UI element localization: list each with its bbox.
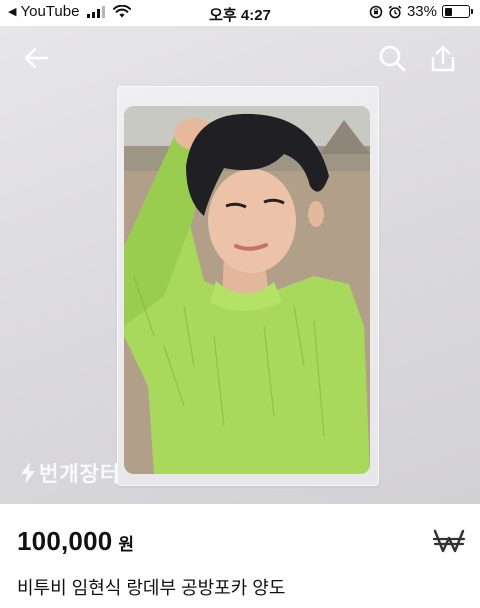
product-title: 비투비 임현식 랑데부 공방포카 양도 — [17, 578, 286, 598]
price-currency: 원 — [118, 535, 135, 554]
image-top-bar — [0, 26, 480, 90]
search-icon[interactable] — [376, 42, 408, 74]
product-info: 100,000 원 비투비 임현식 랑데부 공방포카 양도 — [0, 504, 480, 608]
bolt-icon — [21, 462, 35, 484]
rotation-lock-icon — [369, 5, 383, 18]
watermark: 번개장터 — [20, 458, 120, 488]
photocard-picture — [124, 106, 370, 474]
price-row: 100,000 원 — [17, 526, 134, 557]
battery-level — [444, 7, 453, 16]
alarm-icon — [388, 5, 402, 18]
back-arrow-icon[interactable] — [20, 42, 52, 74]
battery-icon — [442, 5, 473, 18]
status-right: 33% — [369, 3, 473, 20]
product-image[interactable]: 번개장터 — [0, 26, 480, 504]
photocard — [124, 106, 370, 474]
watermark-text: 번개장터 — [39, 463, 121, 486]
share-icon[interactable] — [427, 42, 459, 74]
product-price: 100,000 — [17, 526, 113, 556]
battery-percent: 33% — [406, 3, 437, 20]
bunjang-pay-icon[interactable] — [432, 526, 466, 556]
status-bar: ◀ YouTube 오후 4:27 33% — [0, 0, 480, 26]
